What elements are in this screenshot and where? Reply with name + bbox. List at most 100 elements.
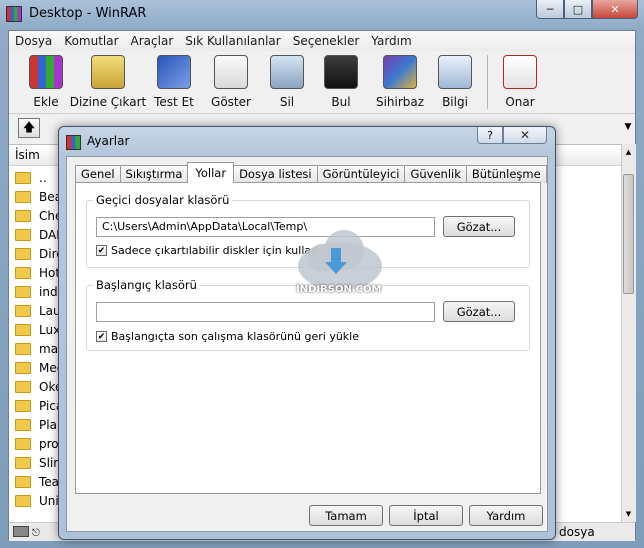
info-button[interactable]: Bilgi	[431, 51, 479, 113]
dialog-body: Genel Sıkıştırma Yollar Dosya listesi Gö…	[66, 156, 548, 532]
folder-icon	[15, 380, 31, 393]
delete-label: Sil	[279, 95, 295, 109]
folder-icon	[15, 323, 31, 336]
column-name-header[interactable]: İsim	[15, 148, 40, 162]
winrar-app-icon	[6, 6, 22, 22]
find-label: Bul	[331, 95, 351, 109]
folder-icon	[15, 285, 31, 298]
window-title: Desktop - WinRAR	[29, 6, 147, 21]
checkbox-checked-icon[interactable]: ✔	[96, 245, 107, 256]
folder-icon	[15, 209, 31, 222]
tab-integration[interactable]: Bütünleşme	[465, 165, 547, 183]
restore-last-folder-checkbox[interactable]: ✔ Başlangıçta son çalışma klasörünü geri…	[96, 330, 359, 343]
folder-icon	[15, 228, 31, 241]
folder-icon	[15, 456, 31, 469]
winrar-dialog-icon	[66, 135, 81, 150]
add-button[interactable]: Ekle	[23, 51, 69, 113]
toolbar: Ekle Dizine Çıkart Test Et Göster Sil Bu…	[9, 51, 635, 114]
folder-icon	[15, 247, 31, 260]
delete-recycle-icon	[270, 55, 304, 89]
menu-commands[interactable]: Komutlar	[58, 31, 124, 51]
status-text: dosya	[559, 525, 595, 539]
folder-icon	[15, 361, 31, 374]
tab-viewer[interactable]: Görüntüleyici	[316, 165, 406, 183]
folder-icon	[15, 418, 31, 431]
find-button[interactable]: Bul	[313, 51, 369, 113]
up-arrow-icon: 🡅	[22, 119, 36, 134]
address-dropdown-icon[interactable]: ▼	[621, 120, 635, 134]
find-binoculars-icon	[324, 55, 358, 89]
watermark-text: İNDİRSON.COM	[296, 284, 382, 295]
tab-general[interactable]: Genel	[75, 165, 121, 183]
parent-folder-icon	[15, 171, 31, 184]
menu-file[interactable]: Dosya	[9, 31, 58, 51]
folder-icon	[15, 304, 31, 317]
menu-favorites[interactable]: Sık Kullanılanlar	[179, 31, 286, 51]
tab-strip: Genel Sıkıştırma Yollar Dosya listesi Gö…	[75, 162, 547, 183]
tab-security[interactable]: Güvenlik	[404, 165, 467, 183]
dialog-help-button[interactable]: ?	[477, 127, 503, 144]
scroll-up-icon[interactable]: ▲	[623, 146, 634, 158]
drive-icon[interactable]	[13, 526, 29, 537]
help-button[interactable]: Yardım	[469, 505, 543, 526]
up-folder-button[interactable]: 🡅	[18, 118, 40, 138]
caption-buttons: ─ □ ✕	[536, 0, 638, 19]
tab-paths[interactable]: Yollar	[187, 162, 235, 183]
extract-button[interactable]: Dizine Çıkart	[69, 51, 147, 113]
menu-tools[interactable]: Araçlar	[125, 31, 180, 51]
temp-browse-button[interactable]: Gözat...	[443, 216, 515, 237]
toolbar-separator	[487, 55, 488, 109]
wizard-button[interactable]: Sihirbaz	[369, 51, 431, 113]
file-name: ..	[39, 170, 47, 185]
scroll-down-icon[interactable]: ▼	[623, 508, 634, 520]
title-bar[interactable]: Desktop - WinRAR ─ □ ✕	[0, 0, 644, 28]
view-button[interactable]: Göster	[201, 51, 261, 113]
info-icon	[438, 55, 472, 89]
test-label: Test Et	[154, 95, 194, 109]
removable-only-label: Sadece çıkartılabilir diskler için kulla…	[111, 244, 319, 257]
watermark-logo: İNDİRSON.COM	[290, 226, 390, 306]
tab-compression[interactable]: Sıkıştırma	[119, 165, 189, 183]
folder-icon	[15, 342, 31, 355]
restore-last-folder-label: Başlangıçta son çalışma klasörünü geri y…	[111, 330, 359, 343]
menu-bar: Dosya Komutlar Araçlar Sık Kullanılanlar…	[9, 31, 635, 51]
repair-first-aid-icon	[503, 55, 537, 89]
view-glasses-icon	[214, 55, 248, 89]
extract-folder-icon	[91, 55, 125, 89]
menu-options[interactable]: Seçenekler	[287, 31, 366, 51]
dialog-close-button[interactable]: ✕	[503, 127, 547, 144]
repair-label: Onar	[505, 95, 535, 109]
folder-icon	[15, 494, 31, 507]
dialog-title: Ayarlar	[87, 134, 130, 148]
scroll-thumb[interactable]	[623, 174, 634, 294]
wizard-icon	[383, 55, 417, 89]
folder-icon	[15, 399, 31, 412]
repair-button[interactable]: Onar	[496, 51, 544, 113]
ok-button[interactable]: Tamam	[309, 505, 383, 526]
delete-button[interactable]: Sil	[261, 51, 313, 113]
cancel-button[interactable]: İptal	[389, 505, 463, 526]
start-folder-legend: Başlangıç klasörü	[93, 278, 200, 292]
test-button[interactable]: Test Et	[147, 51, 201, 113]
folder-icon	[15, 475, 31, 488]
close-button[interactable]: ✕	[592, 0, 638, 19]
start-browse-button[interactable]: Gözat...	[443, 301, 515, 322]
maximize-button[interactable]: □	[564, 0, 592, 19]
extract-label: Dizine Çıkart	[69, 95, 147, 109]
folder-icon	[15, 266, 31, 279]
removable-only-checkbox[interactable]: ✔ Sadece çıkartılabilir diskler için kul…	[96, 244, 318, 257]
tab-file-list[interactable]: Dosya listesi	[233, 165, 318, 183]
checkbox-checked-icon[interactable]: ✔	[96, 331, 107, 342]
info-label: Bilgi	[442, 95, 468, 109]
minimize-button[interactable]: ─	[536, 0, 564, 19]
vertical-scrollbar[interactable]: ▲ ▼	[621, 144, 636, 522]
test-clipboard-icon	[157, 55, 191, 89]
menu-help[interactable]: Yardım	[365, 31, 417, 51]
settings-dialog: Ayarlar ? ✕ Genel Sıkıştırma Yollar Dosy…	[58, 126, 556, 540]
wizard-label: Sihirbaz	[375, 95, 425, 109]
close-icon: ✕	[519, 128, 531, 142]
add-archive-icon	[29, 55, 63, 89]
add-label: Ekle	[33, 95, 59, 109]
view-label: Göster	[211, 95, 251, 109]
key-icon[interactable]: ⎋	[32, 528, 40, 539]
